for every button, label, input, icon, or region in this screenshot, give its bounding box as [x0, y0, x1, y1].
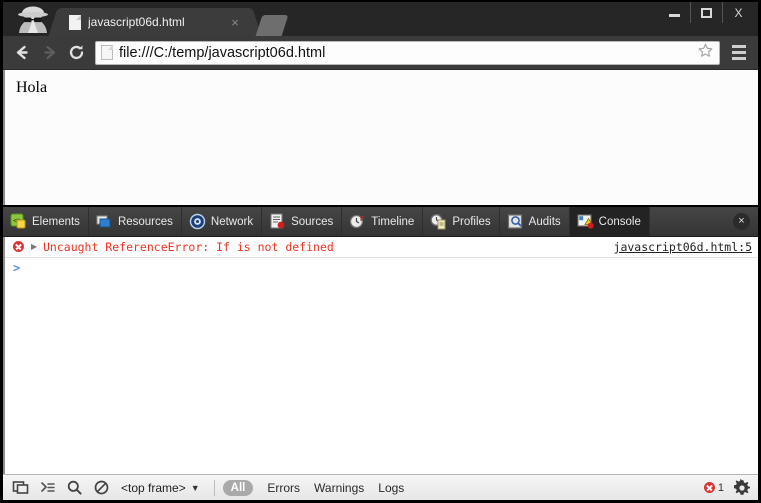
browser-toolbar: file:///C:/temp/javascript06d.html: [3, 36, 758, 70]
settings-gear-icon[interactable]: [730, 476, 754, 500]
page-content-text: Hola: [16, 79, 48, 96]
error-count-badge[interactable]: 1: [703, 481, 724, 494]
tab-title: javascript06d.html: [88, 15, 185, 29]
filter-logs-button[interactable]: Logs: [378, 481, 404, 495]
devtools-tab-timeline[interactable]: Timeline: [342, 207, 424, 236]
console-message-text: Uncaught ReferenceError: If is not defin…: [43, 240, 334, 254]
devtools-tab-label: Network: [210, 215, 254, 228]
frame-selector-label: <top frame>: [121, 480, 186, 495]
browser-tab[interactable]: javascript06d.html ×: [61, 8, 249, 36]
profiles-icon: [430, 214, 446, 230]
devtools-tabbar: <> Elements Resources Network: [3, 207, 758, 237]
devtools-statusbar: <top frame> ▼ All Errors Warnings Logs 1: [3, 474, 758, 500]
devtools-panel: <> Elements Resources Network: [3, 205, 758, 500]
frame-selector[interactable]: <top frame> ▼: [121, 481, 200, 495]
console-message-row[interactable]: ▶ Uncaught ReferenceError: If is not def…: [5, 237, 758, 258]
page-file-icon: [69, 14, 81, 30]
console-prompt-caret: >: [13, 261, 21, 275]
filter-errors-button[interactable]: Errors: [267, 481, 300, 495]
devtools-close-icon[interactable]: ×: [733, 213, 750, 230]
devtools-tab-label: Resources: [117, 215, 173, 228]
console-output: ▶ Uncaught ReferenceError: If is not def…: [3, 237, 758, 474]
error-icon: [703, 482, 715, 493]
console-prompt-row[interactable]: >: [5, 258, 758, 278]
maximize-button[interactable]: [690, 2, 722, 23]
statusbar-right-group: 1: [703, 476, 756, 500]
devtools-tab-label: Sources: [291, 215, 334, 228]
sources-icon: [270, 213, 285, 229]
devtools-tab-label: Audits: [528, 215, 561, 228]
page-file-icon: [101, 45, 113, 60]
console-icon: [577, 214, 594, 229]
clear-console-icon[interactable]: [88, 476, 115, 500]
new-tab-button[interactable]: [255, 15, 289, 36]
filter-all-button[interactable]: All: [222, 479, 254, 496]
network-icon: [189, 213, 206, 230]
expand-triangle-icon[interactable]: ▶: [31, 241, 41, 253]
forward-arrow-icon[interactable]: [36, 39, 63, 66]
browser-window: javascript06d.html × X file:///C:/temp/j…: [0, 0, 761, 503]
bookmark-star-icon[interactable]: [695, 43, 715, 62]
reload-icon[interactable]: [63, 39, 90, 66]
resources-icon: [96, 215, 111, 228]
error-icon: [13, 241, 24, 252]
devtools-tab-elements[interactable]: <> Elements: [3, 207, 89, 236]
devtools-tab-label: Profiles: [452, 215, 491, 228]
devtools-tab-label: Console: [598, 215, 641, 228]
page-viewport: Hola: [3, 70, 758, 205]
error-count-label: 1: [717, 481, 724, 494]
filter-warnings-button[interactable]: Warnings: [314, 481, 364, 495]
devtools-tab-console[interactable]: Console: [569, 207, 650, 236]
minimize-button[interactable]: [658, 2, 690, 23]
back-arrow-icon[interactable]: [9, 39, 36, 66]
statusbar-divider: [213, 479, 215, 496]
chevron-down-icon: ▼: [190, 482, 200, 493]
devtools-tab-label: Timeline: [371, 215, 415, 228]
tab-close-icon[interactable]: ×: [227, 15, 243, 30]
url-text[interactable]: file:///C:/temp/javascript06d.html: [119, 45, 695, 61]
devtools-tab-resources[interactable]: Resources: [89, 207, 182, 236]
devtools-tab-audits[interactable]: Audits: [500, 207, 570, 236]
show-console-icon[interactable]: [34, 476, 61, 500]
console-source-link[interactable]: javascript06d.html:5: [614, 240, 752, 254]
audits-icon: [507, 214, 522, 229]
close-button[interactable]: X: [722, 2, 754, 23]
hamburger-menu-icon[interactable]: [726, 40, 752, 66]
address-bar[interactable]: file:///C:/temp/javascript06d.html: [95, 40, 720, 65]
dock-to-window-icon[interactable]: [7, 476, 34, 500]
tab-strip: javascript06d.html × X: [3, 2, 758, 36]
timeline-icon: [350, 214, 366, 229]
devtools-tab-network[interactable]: Network: [182, 207, 263, 236]
devtools-tab-sources[interactable]: Sources: [262, 207, 343, 236]
elements-icon: <>: [10, 213, 26, 229]
devtools-tab-profiles[interactable]: Profiles: [423, 207, 500, 236]
search-icon[interactable]: [61, 476, 88, 500]
window-controls: X: [658, 2, 754, 24]
devtools-tab-label: Elements: [32, 215, 80, 228]
